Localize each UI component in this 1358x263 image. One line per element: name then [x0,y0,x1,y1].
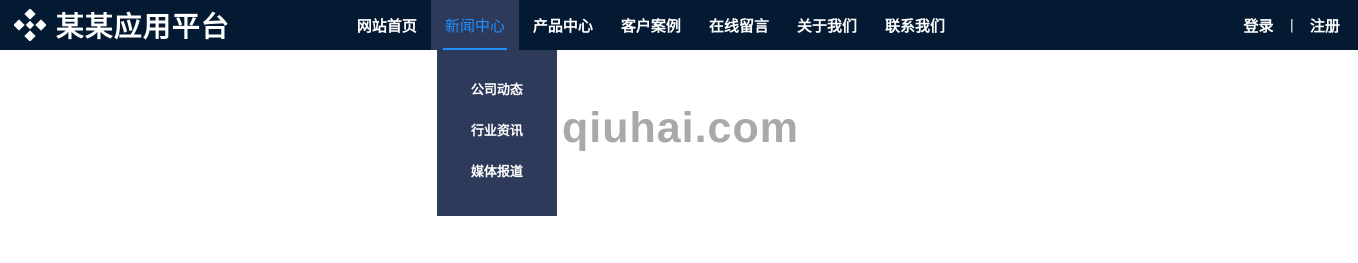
top-navigation-bar: 某某应用平台 网站首页 新闻中心 产品中心 客户案例 在线留言 关于我们 联系我… [0,0,1358,50]
brand[interactable]: 某某应用平台 [14,0,230,50]
nav-item-news[interactable]: 新闻中心 [431,0,520,50]
dropdown-item-media-reports[interactable]: 媒体报道 [437,152,557,193]
nav-item-cases[interactable]: 客户案例 [607,0,695,50]
auth-links: 登录 | 注册 [1244,0,1340,50]
dropdown-item-industry-news[interactable]: 行业资讯 [437,111,557,152]
nav-item-products[interactable]: 产品中心 [519,0,607,50]
auth-separator: | [1289,17,1294,33]
dropdown-item-company-news[interactable]: 公司动态 [437,70,557,111]
watermark-text: qiuhai.com [562,104,799,152]
login-link[interactable]: 登录 [1244,15,1274,36]
nav-item-contact[interactable]: 联系我们 [871,0,959,50]
news-dropdown-menu: 公司动态 行业资讯 媒体报道 [437,50,557,216]
brand-name: 某某应用平台 [56,10,231,43]
register-link[interactable]: 注册 [1310,15,1340,36]
nav-item-home[interactable]: 网站首页 [343,0,431,50]
main-nav: 网站首页 新闻中心 产品中心 客户案例 在线留言 关于我们 联系我们 [343,0,959,50]
nav-item-message[interactable]: 在线留言 [695,0,783,50]
nav-item-about[interactable]: 关于我们 [783,0,871,50]
diamond-cluster-logo-icon [14,9,46,41]
